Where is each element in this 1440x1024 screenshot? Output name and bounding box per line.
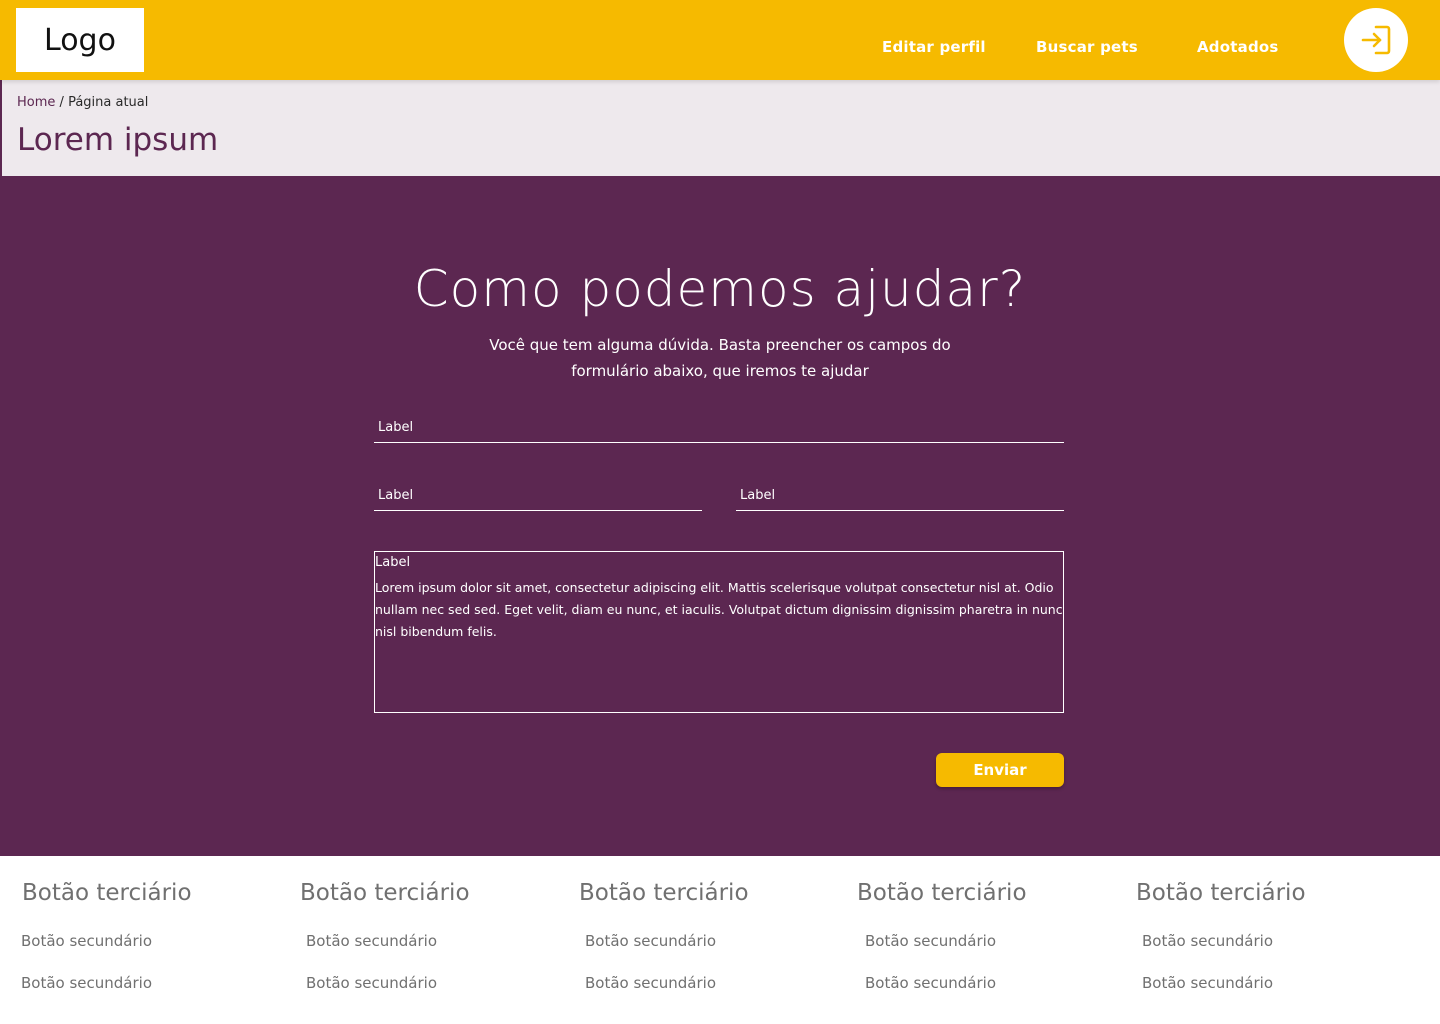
footer-secondary-button[interactable]: Botão secundário (585, 974, 716, 992)
footer-tertiary-button[interactable]: Botão terciário (300, 880, 470, 906)
full-width-field (374, 412, 1064, 443)
logo[interactable]: Logo (16, 8, 144, 72)
nav-buscar-pets[interactable]: Buscar pets (1036, 38, 1138, 56)
login-arrow-icon (1361, 25, 1391, 55)
footer-secondary-button[interactable]: Botão secundário (306, 974, 437, 992)
contact-title: Como podemos ajudar? (413, 260, 1027, 318)
right-input[interactable] (736, 480, 1064, 510)
footer-secondary-button[interactable]: Botão secundário (21, 932, 152, 950)
contact-section: Como podemos ajudar? Você que tem alguma… (0, 176, 1440, 856)
textarea-value: Lorem ipsum dolor sit amet, consectetur … (375, 580, 1063, 639)
footer-tertiary-button[interactable]: Botão terciário (1136, 880, 1306, 906)
footer-secondary-button[interactable]: Botão secundário (306, 932, 437, 950)
message-textarea[interactable]: Label Lorem ipsum dolor sit amet, consec… (374, 551, 1064, 713)
right-field (736, 480, 1064, 511)
footer-secondary-button[interactable]: Botão secundário (1142, 932, 1273, 950)
footer-tertiary-button[interactable]: Botão terciário (857, 880, 1027, 906)
footer: Botão terciário Botão secundário Botão s… (0, 856, 1440, 1024)
page-header: Home / Página atual Lorem ipsum (0, 80, 1440, 176)
breadcrumb-separator: / (59, 95, 64, 110)
left-input[interactable] (374, 480, 702, 510)
footer-tertiary-button[interactable]: Botão terciário (22, 880, 192, 906)
page-title: Lorem ipsum (17, 122, 219, 158)
breadcrumb-current: Página atual (68, 95, 149, 110)
logo-text: Logo (44, 22, 116, 58)
top-header: Logo Editar perfil Buscar pets Adotados (0, 0, 1440, 80)
footer-secondary-button[interactable]: Botão secundário (865, 974, 996, 992)
footer-secondary-button[interactable]: Botão secundário (865, 932, 996, 950)
footer-secondary-button[interactable]: Botão secundário (21, 974, 152, 992)
breadcrumb: Home / Página atual (17, 95, 148, 110)
footer-secondary-button[interactable]: Botão secundário (585, 932, 716, 950)
nav-editar-perfil[interactable]: Editar perfil (882, 38, 986, 56)
send-button[interactable]: Enviar (936, 753, 1064, 787)
breadcrumb-home[interactable]: Home (17, 95, 55, 110)
left-field (374, 480, 702, 511)
full-width-input[interactable] (374, 412, 1064, 442)
footer-secondary-button[interactable]: Botão secundário (1142, 974, 1273, 992)
login-button[interactable] (1344, 8, 1408, 72)
textarea-label: Label (375, 555, 411, 570)
contact-subtitle: Você que tem alguma dúvida. Basta preenc… (489, 336, 951, 380)
nav-adotados[interactable]: Adotados (1197, 38, 1279, 56)
footer-tertiary-button[interactable]: Botão terciário (579, 880, 749, 906)
